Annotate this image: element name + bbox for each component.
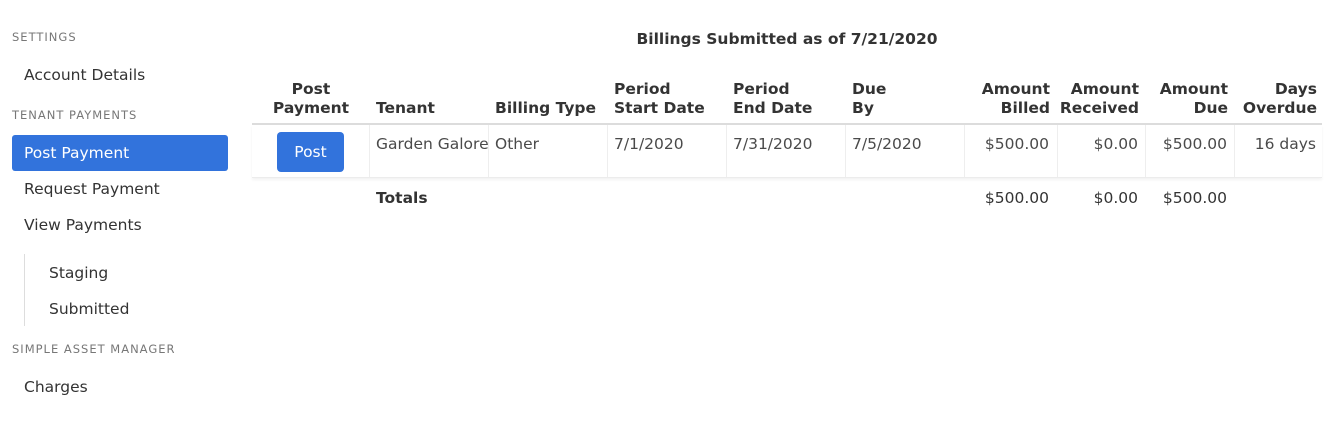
header-amount-received: Amount Received bbox=[1039, 80, 1139, 118]
header-days-overdue: Days Overdue bbox=[1220, 80, 1317, 118]
header-period-end: Period End Date bbox=[733, 80, 812, 118]
totals-label: Totals bbox=[376, 189, 428, 207]
header-period-end-line2: End Date bbox=[733, 99, 813, 117]
sidebar-item-staging[interactable]: Staging bbox=[25, 255, 239, 291]
cell-days-overdue: 16 days bbox=[1254, 135, 1316, 153]
cell-amount-due: $500.00 bbox=[1162, 135, 1227, 153]
cell-due-by: 7/5/2020 bbox=[852, 135, 922, 153]
header-amount-due-line1: Amount bbox=[1159, 80, 1228, 98]
cell-billing-type: Other bbox=[495, 135, 540, 153]
header-period-end-line1: Period bbox=[733, 80, 790, 98]
sidebar-item-submitted[interactable]: Submitted bbox=[25, 291, 239, 327]
column-divider bbox=[369, 125, 370, 177]
header-due-by: Due By bbox=[852, 80, 886, 118]
section-heading-settings: SETTINGS bbox=[12, 30, 77, 44]
column-divider bbox=[726, 125, 727, 177]
sidebar-item-request-payment[interactable]: Request Payment bbox=[12, 171, 228, 207]
section-heading-simple-asset-manager: SIMPLE ASSET MANAGER bbox=[12, 342, 176, 356]
header-due-by-line2: By bbox=[852, 99, 874, 117]
header-period-start-line2: Start Date bbox=[614, 99, 705, 117]
header-days-overdue-line2: Overdue bbox=[1242, 99, 1317, 117]
total-amount-due: $500.00 bbox=[1162, 189, 1227, 207]
section-heading-tenant-payments: TENANT PAYMENTS bbox=[12, 108, 138, 122]
post-button[interactable]: Post bbox=[277, 132, 344, 172]
total-amount-billed: $500.00 bbox=[984, 189, 1049, 207]
page-title: Billings Submitted as of 7/21/2020 bbox=[636, 30, 938, 48]
cell-amount-billed: $500.00 bbox=[984, 135, 1049, 153]
total-amount-received: $0.00 bbox=[1093, 189, 1138, 207]
sidebar: SETTINGS Account Details TENANT PAYMENTS… bbox=[0, 0, 240, 426]
header-post-payment-line1: Post bbox=[291, 80, 331, 98]
sidebar-item-post-payment[interactable]: Post Payment bbox=[12, 135, 228, 171]
sidebar-item-view-payments[interactable]: View Payments bbox=[12, 207, 228, 243]
column-divider bbox=[607, 125, 608, 177]
view-payments-submenu: Staging Submitted bbox=[24, 254, 225, 326]
header-tenant: Tenant bbox=[376, 99, 435, 117]
cell-tenant: Garden Galore bbox=[376, 135, 489, 153]
header-amount-due: Amount Due bbox=[1128, 80, 1228, 118]
column-divider bbox=[845, 125, 846, 177]
header-days-overdue-line1: Days bbox=[1274, 80, 1317, 98]
header-post-payment-line2: Payment bbox=[272, 99, 350, 117]
cell-period-end: 7/31/2020 bbox=[733, 135, 813, 153]
header-period-start: Period Start Date bbox=[614, 80, 705, 118]
header-due-by-line1: Due bbox=[852, 80, 887, 98]
header-billing-type: Billing Type bbox=[495, 99, 597, 117]
header-amount-billed: Amount Billed bbox=[952, 80, 1050, 118]
header-period-start-line1: Period bbox=[614, 80, 671, 98]
sidebar-item-charges[interactable]: Charges bbox=[12, 369, 228, 405]
sidebar-item-account-details[interactable]: Account Details bbox=[12, 57, 228, 93]
cell-period-start: 7/1/2020 bbox=[614, 135, 684, 153]
main-content: Billings Submitted as of 7/21/2020 Post … bbox=[252, 0, 1322, 426]
cell-amount-received: $0.00 bbox=[1093, 135, 1138, 153]
header-post-payment: Post Payment bbox=[267, 80, 355, 118]
